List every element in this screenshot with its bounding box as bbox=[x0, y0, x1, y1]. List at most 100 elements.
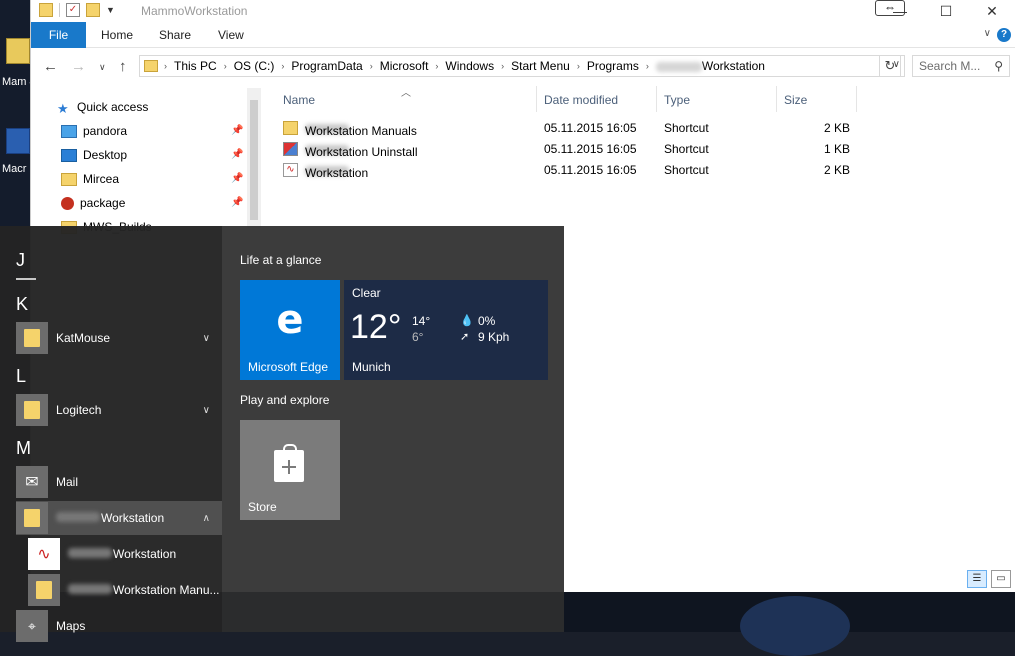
breadcrumb[interactable]: OS (C:) bbox=[234, 59, 275, 73]
column-divider[interactable] bbox=[776, 86, 777, 112]
search-input[interactable]: Search M... ⚲ bbox=[912, 55, 1010, 77]
quick-access-label: Quick access bbox=[77, 100, 149, 114]
chevron-down-icon: ∨ bbox=[202, 404, 210, 416]
nav-scrollbar[interactable] bbox=[247, 88, 261, 228]
search-icon: ⚲ bbox=[994, 59, 1003, 73]
folder-icon bbox=[16, 394, 48, 426]
tab-view[interactable]: View bbox=[218, 22, 244, 48]
address-bar[interactable]: › This PC › OS (C:) › ProgramData › Micr… bbox=[139, 55, 905, 77]
column-divider[interactable] bbox=[856, 86, 857, 112]
precipitation-icon: 💧 bbox=[460, 315, 474, 327]
help-icon[interactable]: ? bbox=[997, 28, 1011, 42]
app-workstation-manuals[interactable]: Workstation Manu... bbox=[28, 573, 222, 607]
breadcrumb[interactable]: Microsoft bbox=[380, 59, 429, 73]
breadcrumb[interactable]: ProgramData bbox=[291, 59, 362, 73]
tab-home[interactable]: Home bbox=[101, 22, 133, 48]
weather-condition: Clear bbox=[352, 286, 381, 300]
redacted-text bbox=[68, 584, 112, 594]
tile-store[interactable]: Store bbox=[240, 420, 340, 520]
up-arrow-icon[interactable]: ↑ bbox=[119, 58, 127, 75]
folder-icon[interactable] bbox=[39, 3, 53, 17]
weather-wind: 9 Kph bbox=[478, 330, 510, 344]
quick-access-item[interactable]: ★ Quick access bbox=[57, 97, 148, 117]
file-date: 05.11.2015 16:05 bbox=[544, 163, 637, 177]
tab-share[interactable]: Share bbox=[159, 22, 191, 48]
close-button[interactable]: ✕ bbox=[969, 0, 1015, 22]
folder-icon bbox=[16, 502, 48, 534]
letter-header-j[interactable]: J bbox=[16, 250, 25, 271]
details-view-icon[interactable]: ☰ bbox=[967, 570, 987, 588]
star-icon: ★ bbox=[57, 100, 69, 116]
app-katmouse[interactable]: KatMouse ∨ bbox=[16, 321, 222, 355]
chevron-down-icon: ∨ bbox=[202, 332, 210, 344]
refresh-icon[interactable]: ↻ bbox=[879, 55, 901, 77]
app-maps[interactable]: ⌖ Maps bbox=[16, 609, 222, 643]
pin-icon[interactable]: 📌 bbox=[231, 197, 243, 208]
letter-header-k[interactable]: K bbox=[16, 294, 28, 315]
column-header-date[interactable]: Date modified bbox=[544, 93, 618, 107]
breadcrumb[interactable]: Windows bbox=[445, 59, 494, 73]
maps-icon: ⌖ bbox=[16, 610, 48, 642]
folder-icon bbox=[28, 574, 60, 606]
group-title-life[interactable]: Life at a glance bbox=[240, 253, 321, 267]
large-icons-view-icon[interactable]: ▭ bbox=[991, 570, 1011, 588]
file-name-text: Workstation bbox=[305, 166, 369, 180]
table-row[interactable]: Workstation Uninstall 05.11.2015 16:05 S… bbox=[281, 139, 861, 160]
tile-weather[interactable]: Clear 12° 14° 6° 💧 0% ➚ 9 Kph Munich bbox=[344, 280, 548, 380]
navigation-bar: ← → ∨ ↑ › This PC › OS (C:) › ProgramDat… bbox=[31, 48, 1015, 84]
column-divider[interactable] bbox=[656, 86, 657, 112]
forward-arrow-icon[interactable]: → bbox=[71, 58, 86, 75]
customize-toolbar-icon[interactable]: ▼ bbox=[106, 5, 115, 15]
properties-icon[interactable]: ✓ bbox=[66, 3, 80, 17]
nav-item-pandora[interactable]: pandora bbox=[61, 121, 127, 141]
column-header-type[interactable]: Type bbox=[664, 93, 690, 107]
weather-temperature: 12° bbox=[350, 308, 402, 346]
desktop-file-icon[interactable] bbox=[6, 38, 30, 64]
wind-icon: ➚ bbox=[460, 331, 470, 343]
new-folder-icon[interactable] bbox=[86, 3, 100, 17]
sort-ascending-icon: ︿ bbox=[401, 88, 411, 99]
file-name-text: Workstation Uninstall bbox=[305, 145, 418, 159]
maximize-button[interactable]: ☐ bbox=[923, 0, 969, 22]
letter-header-l[interactable]: L bbox=[16, 366, 26, 387]
column-header-size[interactable]: Size bbox=[784, 93, 807, 107]
back-arrow-icon[interactable]: ← bbox=[43, 58, 58, 75]
app-label: Workstation bbox=[68, 547, 176, 561]
scrollbar-thumb[interactable] bbox=[250, 100, 258, 220]
app-workstation[interactable]: ∿ Workstation bbox=[28, 537, 222, 571]
expand-ribbon-icon[interactable]: ∨ bbox=[984, 28, 991, 39]
nav-item-package[interactable]: package bbox=[61, 193, 125, 213]
weather-high: 14° bbox=[412, 314, 431, 328]
app-logitech[interactable]: Logitech ∨ bbox=[16, 393, 222, 427]
nav-item-label: package bbox=[80, 196, 126, 210]
breadcrumb-current[interactable]: Workstation bbox=[655, 59, 765, 73]
tab-file[interactable]: File bbox=[31, 22, 86, 48]
tile-label: Store bbox=[248, 500, 277, 514]
app-workstation-folder[interactable]: Workstation ∧ bbox=[16, 501, 222, 535]
mail-icon: ✉ bbox=[16, 466, 48, 498]
desktop-app-icon[interactable] bbox=[6, 128, 30, 154]
nav-item-mircea[interactable]: Mircea bbox=[61, 169, 119, 189]
table-row[interactable]: Workstation Manuals 05.11.2015 16:05 Sho… bbox=[281, 118, 861, 139]
pin-icon[interactable]: 📌 bbox=[231, 173, 243, 184]
group-title-play[interactable]: Play and explore bbox=[240, 393, 329, 407]
breadcrumb[interactable]: Start Menu bbox=[511, 59, 570, 73]
file-size: 1 KB bbox=[823, 142, 850, 156]
column-header-name[interactable]: Name bbox=[283, 93, 315, 107]
pin-icon[interactable]: 📌 bbox=[231, 125, 243, 136]
minimize-button[interactable]: — bbox=[877, 0, 923, 22]
letter-header-m[interactable]: M bbox=[16, 438, 31, 459]
recent-locations-icon[interactable]: ∨ bbox=[99, 62, 106, 73]
pin-icon[interactable]: 📌 bbox=[231, 149, 243, 160]
table-row[interactable]: ∿ Workstation 05.11.2015 16:05 Shortcut … bbox=[281, 160, 861, 181]
folder-icon bbox=[144, 60, 158, 72]
nav-item-desktop[interactable]: Desktop bbox=[61, 145, 127, 165]
breadcrumb[interactable]: This PC bbox=[174, 59, 217, 73]
column-divider[interactable] bbox=[536, 86, 537, 112]
app-mail[interactable]: ✉ Mail bbox=[16, 465, 222, 499]
nav-item-label: Mircea bbox=[83, 172, 120, 186]
app-label: Workstation Manu... bbox=[68, 583, 220, 597]
breadcrumb[interactable]: Programs bbox=[587, 59, 639, 73]
file-type: Shortcut bbox=[664, 121, 709, 135]
tile-microsoft-edge[interactable]: e Microsoft Edge bbox=[240, 280, 340, 380]
